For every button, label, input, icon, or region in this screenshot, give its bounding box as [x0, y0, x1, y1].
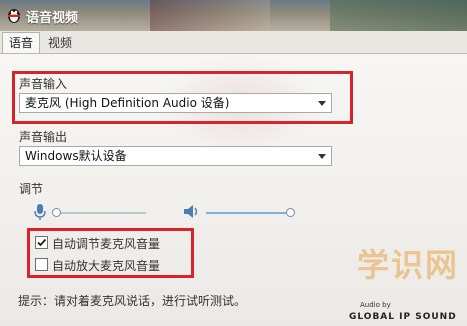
watermark-logo: 学识网 [356, 246, 459, 284]
speaker-icon [184, 205, 198, 218]
title-bar: 语音视频 [0, 0, 467, 31]
output-label: 声音输出 [19, 130, 68, 144]
audio-brand-label: GLOBAL IP SOUND [349, 312, 457, 322]
highlight-input-box [12, 71, 353, 124]
mic-volume-thumb[interactable] [52, 208, 61, 217]
hint-text: 提示：请对着麦克风说话，进行试听测试。 [18, 294, 247, 308]
tab-bar: 语音 视频 [0, 31, 467, 54]
output-device-select[interactable]: Windows默认设备 [19, 146, 332, 166]
audio-by-label: Audio by [360, 301, 391, 309]
tab-video[interactable]: 视频 [42, 33, 78, 53]
chevron-down-icon [318, 154, 326, 159]
adjust-label: 调节 [19, 182, 44, 196]
microphone-icon [34, 204, 46, 220]
mic-volume-track[interactable] [56, 212, 146, 214]
speaker-volume-track[interactable] [206, 212, 290, 214]
qq-penguin-icon [8, 9, 20, 23]
header-art [150, 0, 270, 31]
window-title: 语音视频 [26, 11, 79, 26]
speaker-volume-thumb[interactable] [286, 208, 295, 217]
highlight-options-box [27, 228, 194, 278]
tab-voice[interactable]: 语音 [2, 32, 41, 53]
output-device-value: Windows默认设备 [25, 149, 127, 163]
header-art-right [330, 0, 467, 31]
